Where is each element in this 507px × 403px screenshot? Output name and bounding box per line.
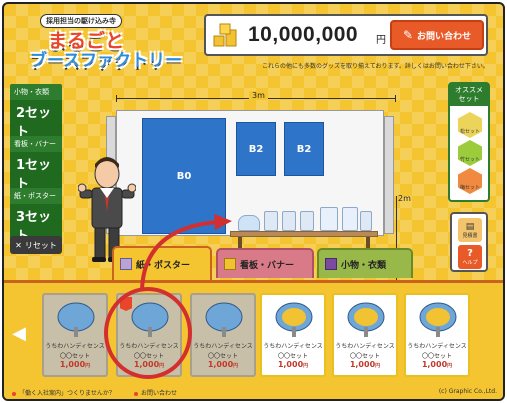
footer: 「働く入社案内」つくりませんか？ お問い合わせ (c) Graphic Co.,… (4, 382, 503, 399)
document-icon: ▤ (465, 221, 475, 232)
set-count-label: 小物・衣類 (10, 84, 62, 100)
set-take-button[interactable]: 竹セット (458, 140, 482, 166)
question-icon: ? (467, 248, 473, 259)
pamphlet-goods[interactable] (320, 207, 338, 231)
total-price: 10,000,000 (248, 23, 359, 46)
product-qty: 〇〇セット (277, 353, 308, 360)
width-dimension-label: 3m (249, 91, 268, 100)
table-goods (236, 205, 374, 231)
logo: 採用担当の駆け込み寺 まるごと ブースファクトリー (28, 12, 182, 71)
contact-button[interactable]: ✎ お問い合わせ (390, 20, 484, 50)
product-qty: 〇〇セット (421, 353, 452, 360)
tab-label: 小物・衣類 (341, 260, 387, 271)
shirt-icon (325, 258, 337, 270)
product-name: うちわハンディセンス (407, 343, 467, 350)
product-card[interactable]: うちわハンディセンス 〇〇セット 1,000円 (42, 293, 108, 377)
table (230, 231, 378, 237)
footer-link-label: 「働く入社案内」つくりませんか？ (19, 390, 115, 397)
booth-simulator-app: 採用担当の駆け込み寺 まるごと ブースファクトリー 10,000,000 円 ✎… (2, 2, 505, 401)
recommended-sets-title: オススメ セット (450, 84, 488, 106)
product-price: 1,000円 (207, 360, 239, 369)
booth-side-wall-right (384, 116, 394, 234)
tools-panel: ▤ 見積書 ? ヘルプ (450, 212, 488, 272)
estimate-label: 見積書 (462, 232, 478, 239)
product-card[interactable]: うちわハンディセンス 〇〇セット 1,000円 (260, 293, 326, 377)
fan-product-image (57, 302, 95, 337)
pencil-icon: ✎ (402, 28, 414, 42)
fan-product-image (419, 302, 457, 337)
poster-label: B2 (248, 143, 264, 155)
price-unit: 円 (376, 35, 386, 46)
flyer-goods[interactable] (360, 211, 372, 231)
title-line1: オススメ (455, 86, 483, 94)
tab-label: 看板・バナー (240, 260, 295, 271)
product-name: うちわハンディセンス (335, 343, 395, 350)
product-price: 1,000円 (277, 360, 309, 369)
pamphlet-goods[interactable] (342, 207, 358, 231)
poster-label: B0 (176, 170, 192, 182)
highlight-circle (104, 287, 192, 379)
product-qty: 〇〇セット (59, 353, 90, 360)
help-button[interactable]: ? ヘルプ (458, 245, 482, 269)
product-name: うちわハンディセンス (263, 343, 323, 350)
title-line2: セット (458, 95, 480, 103)
product-card[interactable]: うちわハンディセンス 〇〇セット 1,000円 (190, 293, 256, 377)
coin-stack-icon (213, 23, 237, 47)
set-ume-label: 梅セット (459, 185, 480, 191)
set-count-label: 紙・ポスター (10, 188, 62, 204)
set-count-label: 看板・バナー (10, 136, 62, 152)
flyer-goods[interactable] (300, 211, 314, 231)
fan-product-image (275, 302, 313, 337)
product-qty: 〇〇セット (349, 353, 380, 360)
set-take-label: 竹セット (459, 157, 480, 163)
height-dimension-label: 2m (398, 194, 411, 203)
product-qty: 〇〇セット (207, 353, 238, 360)
flyer-goods[interactable] (282, 211, 296, 231)
product-name: うちわハンディセンス (45, 343, 105, 350)
tab-goods-apparel[interactable]: 小物・衣類 (317, 248, 413, 278)
fan-product-image (347, 302, 385, 337)
product-strip: ◀ うちわハンディセンス 〇〇セット 1,000円 うちわハンディセンス 〇〇セ… (4, 280, 503, 382)
product-name: うちわハンディセンス (193, 343, 253, 350)
fan-product-image (205, 302, 243, 337)
footer-link-label: お問い合わせ (141, 390, 178, 397)
total-price-box: 10,000,000 円 ✎ お問い合わせ (204, 14, 488, 56)
logo-line2: ブースファクトリー (30, 51, 183, 71)
flyer-goods[interactable] (264, 211, 278, 231)
footer-link-recruit[interactable]: 「働く入社案内」つくりませんか？ (12, 388, 115, 397)
set-matsu-label: 松セット (459, 129, 480, 135)
set-matsu-button[interactable]: 松セット (458, 112, 482, 138)
set-ume-button[interactable]: 梅セット (458, 168, 482, 194)
poster-b2-left[interactable]: B2 (236, 122, 276, 176)
help-label: ヘルプ (462, 260, 478, 266)
footer-link-contact[interactable]: お問い合わせ (134, 388, 177, 397)
product-price: 1,000円 (349, 360, 381, 369)
notice-text: これらの他にも多数のグッズを取り揃えております。詳しくはお問い合わせ下さい。 (262, 63, 489, 70)
product-price: 1,000円 (59, 360, 91, 369)
set-count-signs: 看板・バナー 1セット (10, 136, 62, 196)
close-icon: ✕ (15, 240, 22, 250)
chevron-left-icon[interactable]: ◀ (10, 319, 28, 347)
poster-label: B2 (296, 143, 312, 155)
set-count-goods: 小物・衣類 2セット (10, 84, 62, 144)
reset-button-label: リセット (24, 240, 57, 250)
recommended-sets-panel: オススメ セット 松セット 竹セット 梅セット (448, 82, 490, 202)
product-card[interactable]: うちわハンディセンス 〇〇セット 1,000円 (332, 293, 398, 377)
poster-b2-right[interactable]: B2 (284, 122, 324, 176)
estimate-button[interactable]: ▤ 見積書 (458, 218, 482, 242)
product-price: 1,000円 (421, 360, 453, 369)
product-card[interactable]: うちわハンディセンス 〇〇セット 1,000円 (404, 293, 470, 377)
annotation-arrow (140, 214, 232, 291)
copyright: (c) Graphic Co.,Ltd. (438, 388, 497, 395)
reset-button[interactable]: ✕ リセット (10, 236, 62, 254)
contact-button-label: お問い合わせ (417, 31, 472, 42)
